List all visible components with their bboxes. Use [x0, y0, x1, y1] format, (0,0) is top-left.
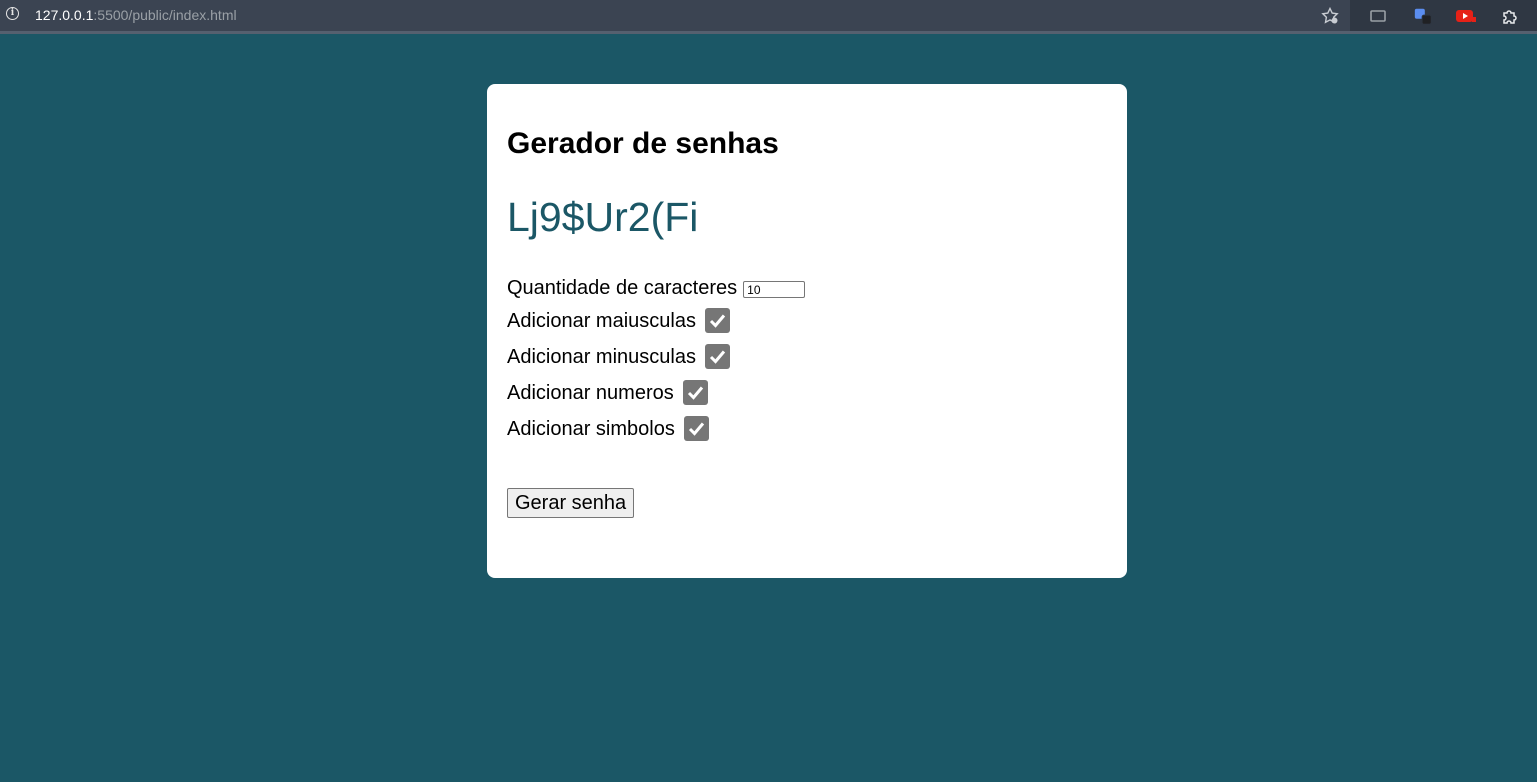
option-symbols-label: Adicionar simbolos — [507, 417, 675, 440]
url-host: 127.0.0.1 — [35, 7, 94, 23]
address-bar[interactable]: 127.0.0.1:5500/public/index.html — [35, 7, 237, 23]
url-path: :5500/public/index.html — [93, 7, 237, 23]
option-numbers-checkbox[interactable] — [682, 380, 708, 405]
option-lowercase-row: Adicionar minusculas — [507, 344, 730, 369]
checkmark-icon — [709, 350, 726, 364]
option-lowercase-checkbox[interactable] — [704, 344, 730, 369]
screen-icon[interactable] — [1368, 6, 1388, 26]
password-generator-card: Gerador de senhas Lj9$Ur2(Fi Quantidade … — [487, 84, 1127, 578]
option-symbols-row: Adicionar simbolos — [507, 416, 709, 441]
page-title: Gerador de senhas — [507, 127, 779, 160]
checkmark-icon — [687, 386, 703, 400]
generated-password: Lj9$Ur2(Fi — [507, 194, 699, 240]
option-uppercase-row: Adicionar maiusculas — [507, 308, 730, 333]
generate-password-button[interactable]: Gerar senha — [507, 488, 635, 518]
option-numbers-label: Adicionar numeros — [507, 381, 674, 404]
checkmark-icon — [688, 422, 705, 436]
option-uppercase-checkbox[interactable] — [704, 308, 730, 333]
option-uppercase-label: Adicionar maiusculas — [507, 309, 696, 332]
option-lowercase-label: Adicionar minusculas — [507, 345, 696, 368]
info-icon[interactable]: i — [6, 7, 19, 20]
puzzle-icon[interactable] — [1500, 6, 1520, 26]
browser-toolbar: i 127.0.0.1:5500/public/index.html — [0, 0, 1537, 34]
bookmark-star-icon[interactable] — [1320, 6, 1340, 26]
youtube-icon[interactable] — [1456, 6, 1476, 26]
option-numbers-row: Adicionar numeros — [507, 380, 708, 405]
option-symbols-checkbox[interactable] — [683, 416, 709, 441]
checkmark-icon — [709, 314, 726, 328]
quantity-label: Quantidade de caracteres — [507, 277, 738, 299]
quantity-input[interactable] — [743, 281, 806, 298]
quantity-row: Quantidade de caracteres — [507, 276, 806, 300]
extension-tab-icon[interactable] — [1413, 6, 1433, 26]
